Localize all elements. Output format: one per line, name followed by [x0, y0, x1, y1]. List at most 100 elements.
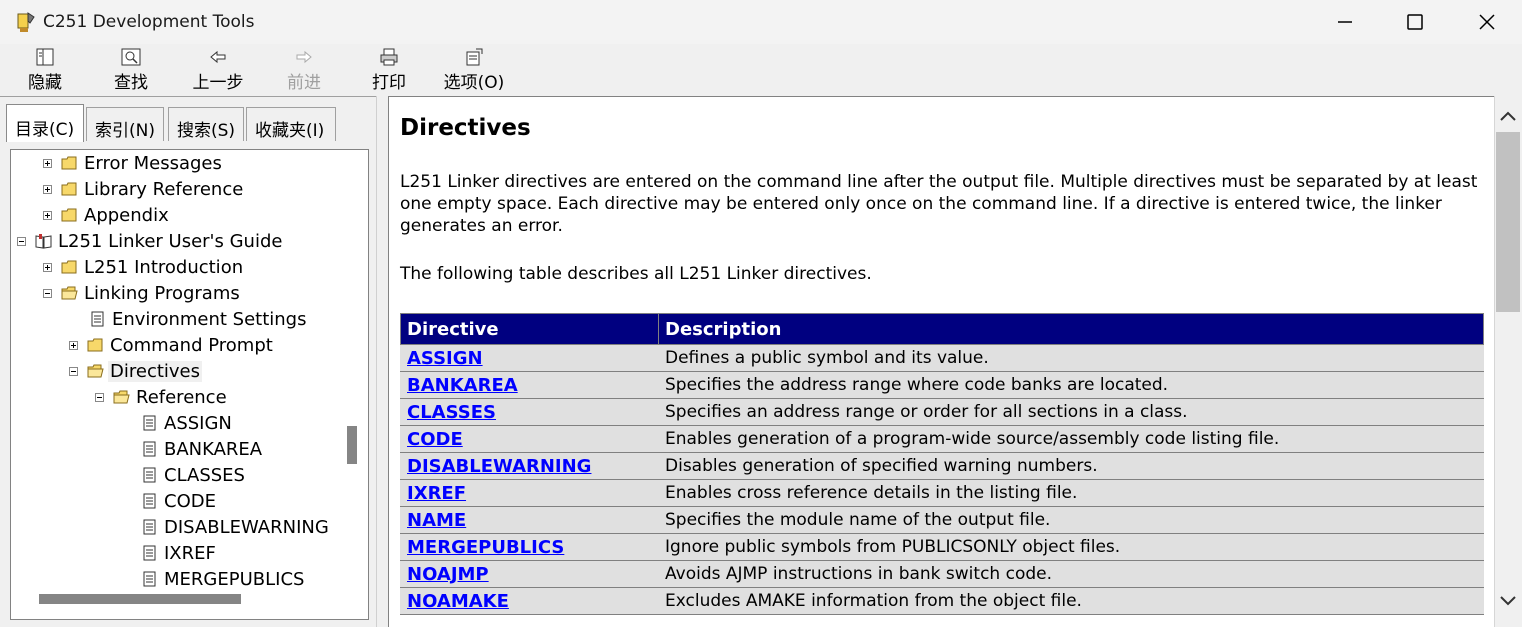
directive-link[interactable]: NAME	[407, 510, 466, 531]
directive-link[interactable]: CLASSES	[407, 402, 496, 423]
tree-item[interactable]: Error Messages	[43, 150, 224, 176]
folder-icon	[61, 208, 77, 222]
header-directive: Directive	[400, 313, 659, 345]
tree-item-label: Reference	[136, 386, 227, 408]
scroll-up-icon[interactable]	[1498, 106, 1518, 126]
directive-link[interactable]: ASSIGN	[407, 348, 483, 369]
table-row: NOAJMP Avoids AJMP instructions in bank s…	[400, 560, 1484, 588]
find-icon	[121, 48, 141, 66]
tree-item-label: Library Reference	[84, 178, 244, 200]
options-label: 选项(O)	[443, 73, 505, 93]
tree-vertical-scroll-thumb[interactable]	[347, 426, 357, 464]
tab-favorites[interactable]: 收藏夹(I)	[246, 107, 336, 141]
directive-cell: DISABLEWARNING	[400, 452, 659, 480]
hide-button[interactable]: 隐藏	[24, 48, 66, 96]
expand-icon[interactable]	[43, 210, 52, 220]
directive-link[interactable]: BANKAREA	[407, 375, 518, 396]
directive-link[interactable]: CODE	[407, 429, 463, 450]
directive-cell: MERGEPUBLICS	[400, 533, 659, 561]
tree-item[interactable]: Appendix	[43, 202, 171, 228]
collapse-icon[interactable]	[43, 288, 52, 298]
folder-icon	[61, 182, 77, 196]
tree-item[interactable]: DISABLEWARNING	[121, 514, 331, 540]
open-book-icon	[35, 234, 52, 249]
tree-item[interactable]: MERGEPUBLICS	[121, 566, 306, 592]
page-icon	[143, 441, 156, 457]
maximize-icon	[1407, 14, 1423, 30]
collapse-icon[interactable]	[17, 236, 26, 246]
tree-vertical-scrollbar[interactable]	[341, 150, 368, 590]
content-vertical-scroll-thumb[interactable]	[1496, 132, 1520, 312]
page-icon	[143, 519, 156, 535]
page-icon	[143, 493, 156, 509]
description-cell: Defines a public symbol and its value.	[658, 344, 1484, 372]
find-button[interactable]: 查找	[112, 48, 150, 96]
tab-search[interactable]: 搜索(S)	[168, 107, 244, 141]
tree-item[interactable]: Command Prompt	[69, 332, 275, 358]
hide-label: 隐藏	[28, 73, 62, 93]
page-icon	[143, 415, 156, 431]
tree-item[interactable]: IXREF	[121, 540, 218, 566]
description-cell: Ignore public symbols from PUBLICSONLY o…	[658, 533, 1484, 561]
pane-splitter[interactable]	[376, 96, 388, 627]
description-cell: Disables generation of specified warning…	[658, 452, 1484, 480]
tab-contents[interactable]: 目录(C)	[6, 104, 84, 142]
print-label: 打印	[372, 73, 406, 93]
expand-icon[interactable]	[43, 262, 52, 272]
tab-index[interactable]: 索引(N)	[86, 107, 164, 141]
content-pane: Directives L251 Linker directives are en…	[388, 96, 1494, 627]
description-cell: Enables cross reference details in the l…	[658, 479, 1484, 507]
directive-cell: BANKAREA	[400, 371, 659, 399]
tree-item[interactable]: CLASSES	[121, 462, 247, 488]
expand-icon[interactable]	[69, 340, 78, 350]
expand-icon[interactable]	[43, 158, 52, 168]
page-icon	[91, 311, 104, 327]
help-app-icon	[17, 12, 35, 32]
collapse-icon[interactable]	[95, 392, 104, 402]
tree-item[interactable]: Library Reference	[43, 176, 245, 202]
directive-link[interactable]: NOAMAKE	[407, 591, 509, 612]
tree-horizontal-scroll-thumb[interactable]	[39, 594, 241, 604]
minimize-icon	[1338, 21, 1352, 23]
close-icon	[1479, 14, 1495, 30]
directive-cell: NAME	[400, 506, 659, 534]
back-button[interactable]: 上一步	[190, 48, 246, 96]
tree-item[interactable]: L251 Linker User's Guide	[17, 228, 284, 254]
maximize-button[interactable]	[1380, 0, 1450, 44]
open-folder-icon	[113, 390, 130, 404]
collapse-icon[interactable]	[69, 366, 78, 376]
directive-cell: NOAMAKE	[400, 587, 659, 615]
page-icon	[143, 571, 156, 587]
tree-item[interactable]: BANKAREA	[121, 436, 264, 462]
tree-item-label: DISABLEWARNING	[164, 516, 329, 538]
tree-item[interactable]: CODE	[121, 488, 218, 514]
close-button[interactable]	[1452, 0, 1522, 44]
tree-item[interactable]: Reference	[95, 384, 229, 410]
print-button[interactable]: 打印	[370, 48, 408, 96]
content-vertical-scrollbar[interactable]	[1494, 96, 1522, 627]
back-label: 上一步	[192, 73, 244, 93]
navigation-pane: 目录(C) 索引(N) 搜索(S) 收藏夹(I) Error Messages L…	[0, 96, 384, 627]
directive-link[interactable]: MERGEPUBLICS	[407, 537, 564, 558]
tree-horizontal-scrollbar[interactable]	[11, 590, 341, 619]
page-title: Directives	[400, 115, 531, 141]
expand-icon[interactable]	[43, 184, 52, 194]
tree-item-label: Error Messages	[84, 152, 222, 174]
intro-paragraph: L251 Linker directives are entered on th…	[400, 172, 1478, 236]
scroll-down-icon[interactable]	[1498, 591, 1518, 611]
options-button[interactable]: 选项(O)	[442, 48, 506, 96]
directive-link[interactable]: IXREF	[407, 483, 466, 504]
minimize-button[interactable]	[1310, 0, 1380, 44]
find-label: 查找	[114, 73, 148, 93]
tree-item[interactable]: Linking Programs	[43, 280, 242, 306]
tree-item[interactable]: Environment Settings	[69, 306, 308, 332]
tree-item-label: CODE	[164, 490, 216, 512]
tree-item[interactable]: Directives	[69, 358, 202, 384]
directive-link[interactable]: DISABLEWARNING	[407, 456, 591, 477]
description-cell: Avoids AJMP instructions in bank switch …	[658, 560, 1484, 588]
directive-link[interactable]: NOAJMP	[407, 564, 489, 585]
forward-button[interactable]: 前进	[284, 48, 324, 96]
tree-item[interactable]: ASSIGN	[121, 410, 234, 436]
tree-item[interactable]: L251 Introduction	[43, 254, 245, 280]
description-cell: Specifies an address range or order for …	[658, 398, 1484, 426]
